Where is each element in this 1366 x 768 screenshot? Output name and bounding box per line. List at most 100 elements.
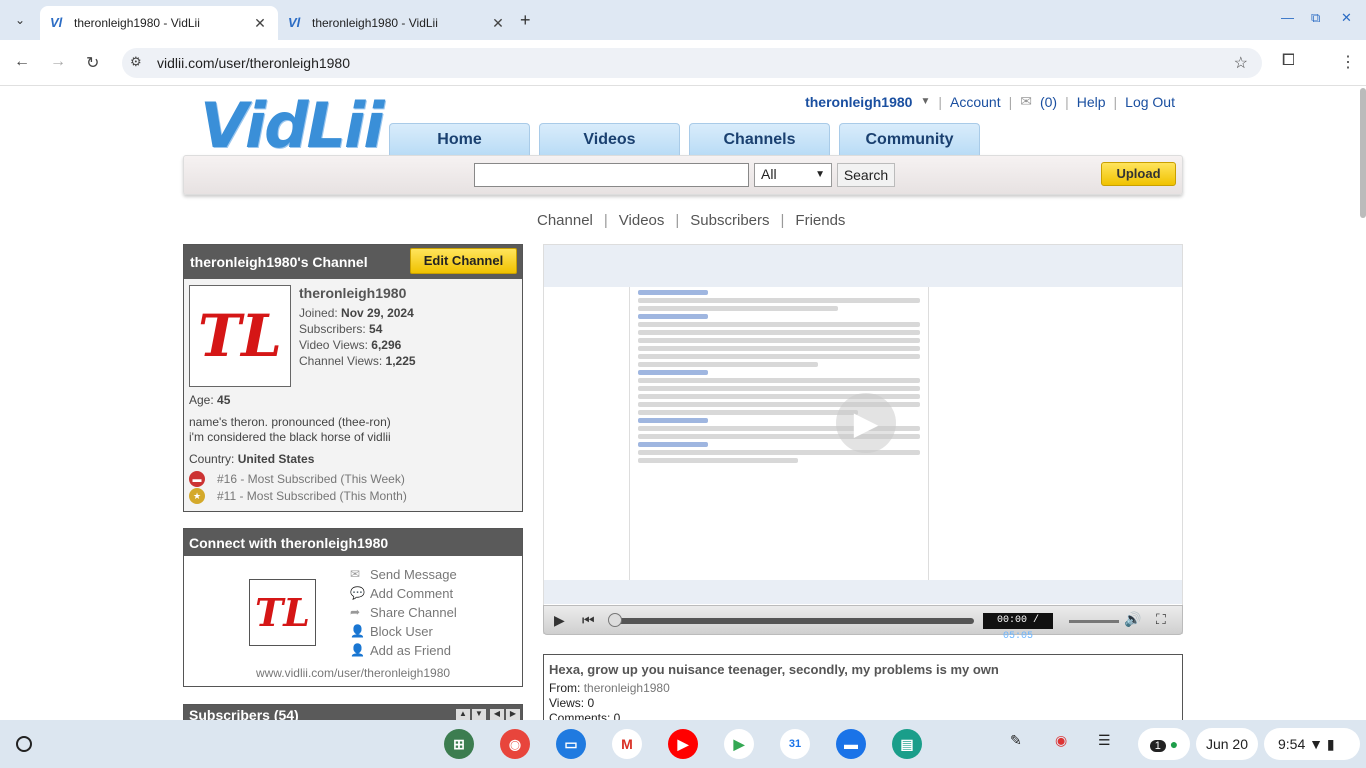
divider: | xyxy=(1065,93,1069,110)
avatar[interactable]: TL xyxy=(249,579,316,646)
extensions-icon[interactable]: ⧠ xyxy=(1282,52,1295,70)
share-channel-link[interactable]: ➦ Share Channel xyxy=(350,603,457,622)
avatar[interactable]: TL xyxy=(189,285,291,387)
award-text[interactable]: #16 - Most Subscribed (This Week) xyxy=(217,472,405,486)
gmail-icon[interactable]: M xyxy=(612,729,642,759)
country-row: Country: United States xyxy=(189,452,314,466)
send-message-link[interactable]: ✉ Send Message xyxy=(350,565,457,584)
play-store-icon[interactable]: ▶ xyxy=(724,729,754,759)
calendar-icon[interactable]: 31 xyxy=(780,729,810,759)
forward-icon[interactable]: → xyxy=(50,53,66,71)
nav-tab-videos[interactable]: Videos xyxy=(539,123,680,155)
age-value: 45 xyxy=(217,393,231,407)
page-scrollbar[interactable] xyxy=(1360,88,1366,218)
search-button[interactable]: Search xyxy=(837,163,895,187)
video-title[interactable]: Hexa, grow up you nuisance teenager, sec… xyxy=(549,662,1177,677)
launcher-icon[interactable] xyxy=(16,736,32,752)
close-window-icon[interactable]: ✕ xyxy=(1341,10,1352,26)
reload-icon[interactable]: ↻ xyxy=(86,53,99,73)
avatar-text: TL xyxy=(255,590,310,635)
connect-actions: ✉ Send Message 💬 Add Comment ➦ Share Channe… xyxy=(350,565,457,660)
maximize-icon[interactable]: ⧉ xyxy=(1311,10,1320,26)
skip-back-icon[interactable]: ⏮ xyxy=(582,612,595,629)
notification-pill[interactable]: 1 ● xyxy=(1138,728,1190,760)
video-player[interactable]: ▶ xyxy=(543,244,1183,634)
back-icon[interactable]: ← xyxy=(14,53,30,71)
browser-tab-active[interactable]: Vl theronleigh1980 - VidLii ✕ xyxy=(40,6,278,40)
channel-name: theronleigh1980 xyxy=(299,285,407,301)
nav-tab-channels[interactable]: Channels xyxy=(689,123,830,155)
subnav-videos[interactable]: Videos xyxy=(608,212,676,229)
chrome-icon[interactable]: ◉ xyxy=(500,729,530,759)
account-link[interactable]: Account xyxy=(950,94,1001,110)
action-label: Share Channel xyxy=(370,605,457,620)
chevron-down-icon[interactable]: ▼ xyxy=(920,96,930,107)
action-label: Add as Friend xyxy=(370,643,451,658)
browser-tab[interactable]: Vl theronleigh1980 - VidLii ✕ xyxy=(278,6,516,40)
award-text[interactable]: #11 - Most Subscribed (This Month) xyxy=(217,489,407,503)
url-text[interactable]: vidlii.com/user/theronleigh1980 xyxy=(157,55,350,71)
search-scope-select[interactable]: All ▼ xyxy=(754,163,832,187)
close-tab-icon[interactable]: ✕ xyxy=(252,15,268,32)
browser-menu-icon[interactable]: ⋮ xyxy=(1340,52,1356,72)
site-info-icon[interactable]: ⚙ xyxy=(130,54,142,70)
page-content: VidLii theronleigh1980 ▼ | Account | ✉ (… xyxy=(0,87,1360,720)
add-comment-link[interactable]: 💬 Add Comment xyxy=(350,584,457,603)
vidlii-logo[interactable]: VidLii xyxy=(200,89,385,162)
fullscreen-icon[interactable]: ⛶ xyxy=(1156,611,1166,628)
url-bar[interactable]: ⚙ vidlii.com/user/theronleigh1980 ☆ xyxy=(122,48,1262,78)
chevron-down-icon[interactable]: ▼ xyxy=(472,709,486,720)
messages-icon[interactable]: ▬ xyxy=(836,729,866,759)
chevron-up-icon[interactable]: ▲ xyxy=(456,709,470,720)
play-icon[interactable]: ▶ xyxy=(554,612,565,629)
subscribers-value: 54 xyxy=(369,322,383,336)
nav-tab-home[interactable]: Home xyxy=(389,123,530,155)
channel-views-value: 1,225 xyxy=(385,354,416,368)
app-grid-icon[interactable]: ⊞ xyxy=(444,729,474,759)
progress-bar[interactable] xyxy=(612,618,974,624)
video-frame-taskbar xyxy=(544,580,1182,604)
clipboard-icon[interactable]: ☰ xyxy=(1098,732,1111,749)
address-toolbar: ← → ↻ ⚙ vidlii.com/user/theronleigh1980 … xyxy=(0,40,1366,86)
add-friend-link[interactable]: 👤 Add as Friend xyxy=(350,641,457,660)
chevron-right-icon[interactable]: ▶ xyxy=(506,709,520,720)
youtube-icon[interactable]: ▶ xyxy=(668,729,698,759)
subscribers-label: Subscribers: xyxy=(299,322,366,336)
time-total: 05:05 xyxy=(1002,631,1033,642)
search-input[interactable] xyxy=(474,163,749,187)
channel-url[interactable]: www.vidlii.com/user/theronleigh1980 xyxy=(184,666,522,680)
logout-link[interactable]: Log Out xyxy=(1125,94,1175,110)
nav-tab-community[interactable]: Community xyxy=(839,123,980,155)
date-pill[interactable]: Jun 20 xyxy=(1196,728,1258,760)
inbox-envelope-icon[interactable]: ✉ xyxy=(1020,93,1032,110)
wifi-icon: ▼ xyxy=(1309,736,1323,752)
inbox-count-link[interactable]: (0) xyxy=(1040,94,1057,110)
play-overlay-icon[interactable]: ▶ xyxy=(836,393,896,453)
chevron-left-icon[interactable]: ◀ xyxy=(490,709,504,720)
username-link[interactable]: theronleigh1980 xyxy=(805,94,912,110)
bookmark-star-icon[interactable]: ☆ xyxy=(1234,53,1248,73)
subnav-channel[interactable]: Channel xyxy=(526,212,604,229)
status-area[interactable]: 9:54 ▼ ▮ xyxy=(1264,728,1360,760)
tab-search-chevron-icon[interactable]: ⌄ xyxy=(10,10,30,30)
classroom-icon[interactable]: ▤ xyxy=(892,729,922,759)
new-tab-icon[interactable]: + xyxy=(520,10,531,31)
files-icon[interactable]: ▭ xyxy=(556,729,586,759)
edit-channel-button[interactable]: Edit Channel xyxy=(410,248,517,274)
screen-record-icon[interactable]: ◉ xyxy=(1055,732,1067,749)
video-from-row: From: theronleigh1980 xyxy=(549,681,1177,696)
from-user-link[interactable]: theronleigh1980 xyxy=(584,681,670,695)
upload-button[interactable]: Upload xyxy=(1101,162,1176,186)
help-link[interactable]: Help xyxy=(1077,94,1106,110)
minimize-icon[interactable]: — xyxy=(1281,10,1294,25)
close-tab-icon[interactable]: ✕ xyxy=(490,15,506,32)
joined-label: Joined: xyxy=(299,306,338,320)
subnav-friends[interactable]: Friends xyxy=(784,212,856,229)
volume-icon[interactable]: 🔊 xyxy=(1124,611,1141,628)
block-user-link[interactable]: 👤 Block User xyxy=(350,622,457,641)
volume-slider[interactable] xyxy=(1069,620,1119,623)
from-label: From: xyxy=(549,681,581,695)
subnav-subscribers[interactable]: Subscribers xyxy=(679,212,780,229)
progress-knob[interactable] xyxy=(608,613,622,627)
pen-icon[interactable]: ✎ xyxy=(1010,732,1022,749)
